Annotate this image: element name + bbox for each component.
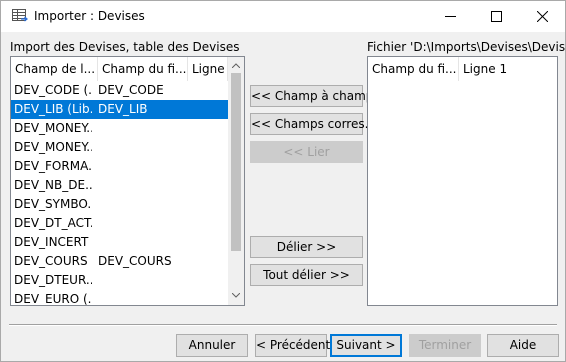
scrollbar-thumb[interactable]	[231, 73, 241, 251]
list-item[interactable]: DEV_DTEUR...	[11, 271, 228, 290]
close-button[interactable]	[519, 1, 565, 32]
previous-button[interactable]: < Précédent	[255, 334, 330, 357]
match-fields-button[interactable]: << Champs corres.	[250, 113, 368, 135]
unlink-button[interactable]: Délier >>	[250, 236, 363, 258]
link-button[interactable]: << Lier	[250, 141, 363, 163]
minimize-button[interactable]	[427, 1, 473, 32]
maximize-button[interactable]	[473, 1, 519, 32]
vertical-scrollbar[interactable]	[228, 57, 244, 305]
close-icon	[536, 11, 548, 22]
list-item[interactable]: DEV_COURS ...DEV_COURS	[11, 252, 228, 271]
list-item[interactable]: DEV_FORMA...	[11, 157, 228, 176]
cancel-button[interactable]: Annuler	[176, 334, 248, 357]
column-header-file-field[interactable]: Champ du fi...	[98, 57, 188, 81]
field-mapping-list[interactable]: Champ de l... Champ du fi... Ligne 1 DEV…	[10, 56, 245, 306]
table-icon	[12, 9, 28, 22]
title-bar: Importer : Devises	[1, 1, 565, 32]
unlink-all-button[interactable]: Tout délier >>	[250, 264, 363, 286]
column-header-line1[interactable]: Ligne 1	[188, 57, 228, 81]
help-button[interactable]: Aide	[487, 334, 559, 357]
field-to-field-button[interactable]: << Champ à champ	[250, 85, 373, 107]
list-item[interactable]: DEV_INCERT ...	[11, 233, 228, 252]
left-panel-label: Import des Devises, table des Devises	[10, 40, 240, 54]
column-header-line1[interactable]: Ligne 1	[459, 57, 556, 81]
list-item[interactable]: DEV_EURO (...	[11, 290, 228, 305]
list-item[interactable]: DEV_SYMBO...	[11, 195, 228, 214]
list-item[interactable]: DEV_MONEY...	[11, 138, 228, 157]
finish-button[interactable]: Terminer	[409, 334, 481, 357]
next-button[interactable]: Suivant >	[330, 334, 402, 357]
list-item[interactable]: DEV_NB_DE...	[11, 176, 228, 195]
file-fields-list[interactable]: Champ du fi... Ligne 1	[367, 56, 558, 306]
list-item[interactable]: DEV_CODE (... DEV_CODE	[11, 81, 228, 100]
column-header-file-field[interactable]: Champ du fi...	[368, 57, 459, 81]
footer-divider	[9, 324, 557, 326]
right-panel-label: Fichier 'D:\Imports\Devises\Devises.txt'	[367, 40, 565, 54]
column-header-table-field[interactable]: Champ de l...	[11, 57, 98, 81]
scroll-up-icon[interactable]	[232, 63, 240, 68]
minimize-icon	[444, 16, 456, 17]
list-item[interactable]: DEV_DT_ACT...	[11, 214, 228, 233]
scroll-down-icon[interactable]	[232, 293, 240, 298]
list-item-selected[interactable]: DEV_LIB (Lib...DEV_LIB	[11, 100, 228, 119]
maximize-icon	[490, 11, 502, 22]
list-item[interactable]: DEV_MONEY...	[11, 119, 228, 138]
window-title: Importer : Devises	[34, 9, 145, 23]
importer-dialog: Importer : Devises Import des Devises, t…	[0, 0, 566, 362]
